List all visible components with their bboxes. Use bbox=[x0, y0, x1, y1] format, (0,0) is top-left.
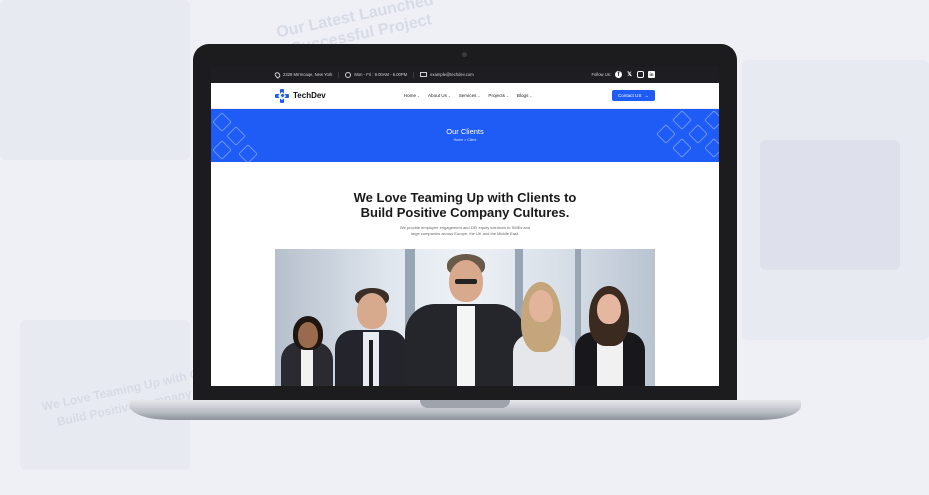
contact-info: 2328 Mrrmcaqe, New York Mon - Fri : 9.00… bbox=[273, 70, 482, 79]
main-navigation: TechDev Home⌄ About Us⌄ Services⌄ Projec… bbox=[211, 83, 719, 109]
contact-us-label: Contact US bbox=[617, 93, 642, 98]
nav-item-services[interactable]: Services⌄ bbox=[459, 93, 481, 98]
website-screen: 2328 Mrrmcaqe, New York Mon - Fri : 9.00… bbox=[211, 66, 719, 386]
background-mockup bbox=[760, 140, 900, 270]
background-mockup bbox=[0, 0, 190, 160]
hexagon-decoration bbox=[212, 140, 232, 160]
chevron-down-icon: ⌄ bbox=[477, 94, 481, 98]
brand-logo[interactable]: TechDev bbox=[275, 88, 326, 103]
camera-icon bbox=[462, 52, 467, 57]
email-item[interactable]: example@techdev.com bbox=[420, 72, 480, 77]
contact-us-button[interactable]: Contact US → bbox=[611, 90, 655, 101]
page-banner: Our Clients Home > Client bbox=[211, 109, 719, 162]
chevron-down-icon: ⌄ bbox=[417, 94, 420, 98]
section-headline: We Love Teaming Up with Clients to Build… bbox=[353, 190, 577, 220]
follow-label: Follow Us: bbox=[591, 72, 611, 77]
chevron-down-icon: ⌄ bbox=[529, 94, 533, 98]
laptop-notch bbox=[420, 400, 510, 408]
email-text[interactable]: example@techdev.com bbox=[430, 72, 474, 77]
hexagon-decoration bbox=[238, 144, 258, 162]
top-info-bar: 2328 Mrrmcaqe, New York Mon - Fri : 9.00… bbox=[211, 66, 719, 83]
logo-icon bbox=[275, 88, 289, 103]
person bbox=[333, 288, 413, 386]
hours-text: Mon - Fri : 9.00AM - 6.00PM bbox=[354, 72, 408, 77]
address-text: 2328 Mrrmcaqe, New York bbox=[283, 72, 333, 77]
page-title: Our Clients bbox=[446, 127, 484, 136]
instagram-icon[interactable] bbox=[637, 71, 644, 78]
nav-menu: Home⌄ About Us⌄ Services⌄ Projects⌄ Blog… bbox=[404, 93, 533, 98]
arrow-right-icon: → bbox=[644, 93, 649, 98]
location-icon bbox=[273, 70, 282, 79]
clients-section: We Love Teaming Up with Clients to Build… bbox=[211, 190, 719, 236]
person bbox=[565, 286, 649, 386]
brand-name: TechDev bbox=[293, 91, 326, 100]
nav-item-about[interactable]: About Us⌄ bbox=[428, 93, 451, 98]
address-item: 2328 Mrrmcaqe, New York bbox=[273, 70, 340, 79]
mail-icon bbox=[420, 72, 428, 77]
facebook-icon[interactable]: f bbox=[615, 71, 622, 78]
team-photo bbox=[275, 249, 655, 386]
section-description: We provide employee engagement and DEI e… bbox=[399, 225, 531, 236]
x-icon[interactable]: 𝕏 bbox=[626, 71, 633, 78]
hours-item: Mon - Fri : 9.00AM - 6.00PM bbox=[345, 71, 415, 78]
linkedin-icon[interactable]: in bbox=[648, 71, 655, 78]
nav-item-blogs[interactable]: Blogs⌄ bbox=[517, 93, 532, 98]
chevron-down-icon: ⌄ bbox=[505, 94, 509, 98]
breadcrumb[interactable]: Home > Client bbox=[211, 138, 719, 142]
social-follow: Follow Us: f 𝕏 in bbox=[591, 71, 655, 78]
nav-item-home[interactable]: Home⌄ bbox=[404, 93, 420, 98]
nav-item-projects[interactable]: Projects⌄ bbox=[488, 93, 509, 98]
clock-icon bbox=[345, 71, 352, 78]
chevron-down-icon: ⌄ bbox=[447, 94, 451, 98]
